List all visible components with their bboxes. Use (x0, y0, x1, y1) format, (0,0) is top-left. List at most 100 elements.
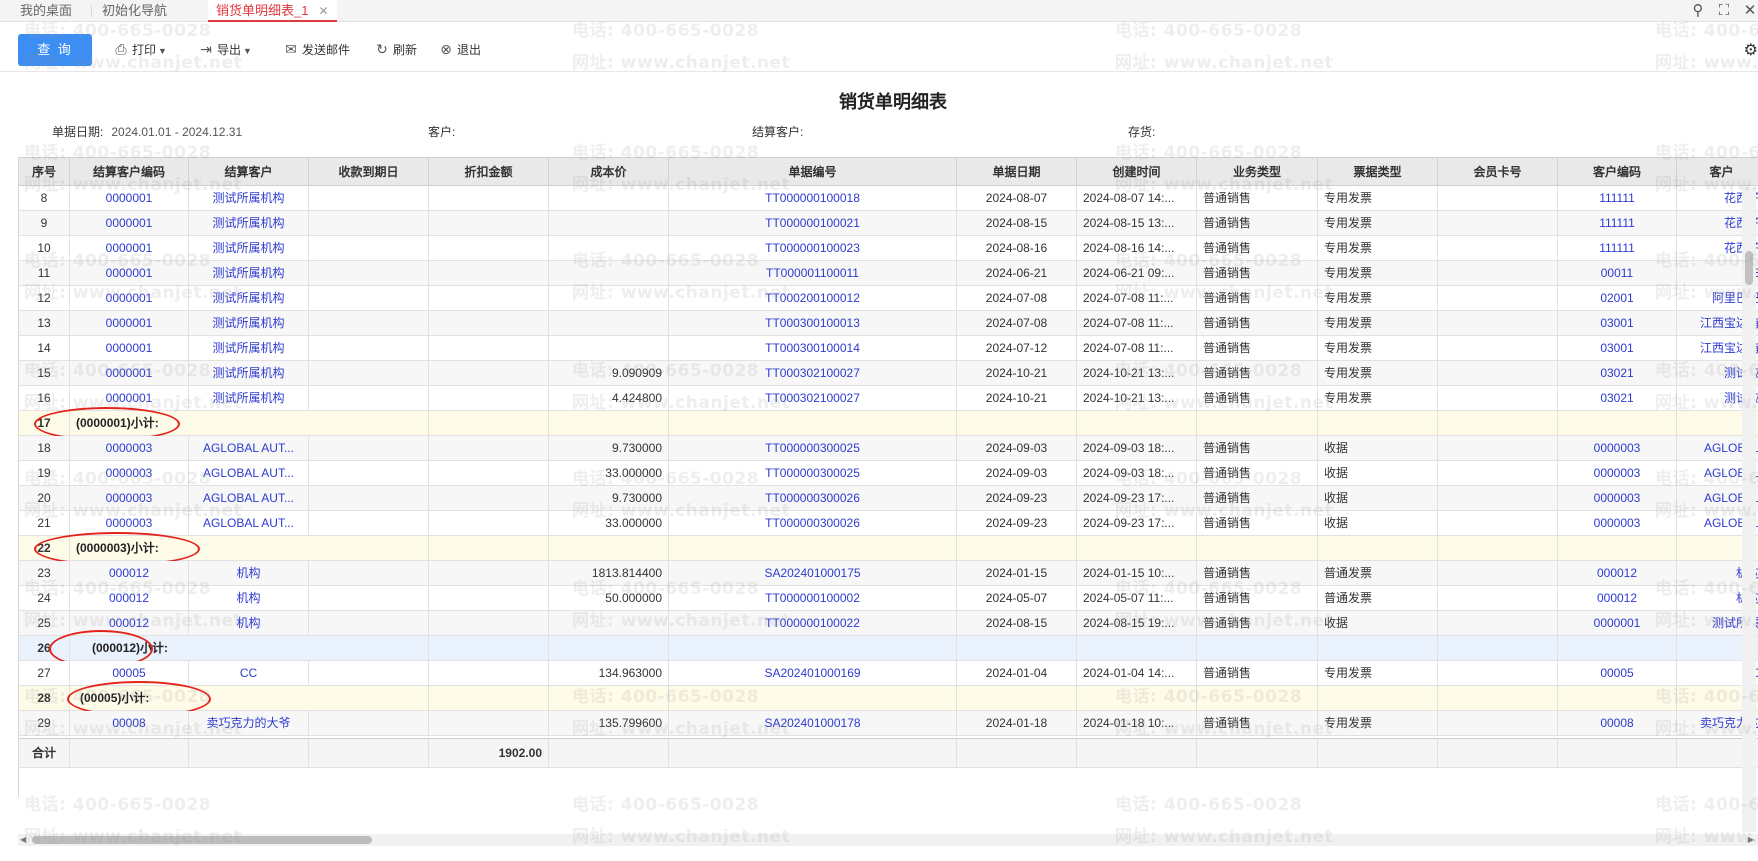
cell-doc-no[interactable]: TT000300100014 (669, 336, 957, 360)
horizontal-scrollbar[interactable]: ◀ ▶ (18, 834, 1758, 846)
table-row[interactable]: 9 0000001 测试所属机构 TT000000100021 2024-08-15 20… (19, 211, 1758, 236)
table-row[interactable]: 14 0000001 测试所属机构 TT000300100014 2024-07-12 2… (19, 336, 1758, 361)
cell-settle-name[interactable]: 测试所属机构 (189, 211, 309, 235)
cell-settle-name[interactable]: AGLOBAL AUT... (189, 436, 309, 460)
table-row[interactable]: 12 0000001 测试所属机构 TT000200100012 2024-07-08 2… (19, 286, 1758, 311)
cell-settle-name[interactable]: 机构 (189, 561, 309, 585)
table-row[interactable]: 19 0000003 AGLOBAL AUT... 33.000000 TT000000… (19, 461, 1758, 486)
cell-doc-no[interactable]: SA202401000169 (669, 661, 957, 685)
cell-settle-name[interactable]: 卖巧克力的大爷 (189, 711, 309, 735)
cell-settle-name[interactable]: 测试所属机构 (189, 386, 309, 410)
cell-customer-code[interactable]: 03001 (1558, 311, 1677, 335)
cell-customer-code[interactable]: 000012 (1558, 561, 1677, 585)
cell-settle-code[interactable]: 0000001 (70, 211, 189, 235)
column-header-cost[interactable]: 成本价 (549, 158, 669, 185)
cell-doc-no[interactable]: TT000000300025 (669, 461, 957, 485)
gear-icon[interactable]: ⚙ (1744, 40, 1758, 60)
cell-settle-name[interactable]: 测试所属机构 (189, 286, 309, 310)
query-button[interactable]: 查 询 (18, 34, 92, 66)
cell-customer-code[interactable]: 02001 (1558, 286, 1677, 310)
cell-settle-code[interactable]: 0000001 (70, 311, 189, 335)
cell-settle-code[interactable]: 0000001 (70, 386, 189, 410)
cell-settle-name[interactable]: 测试所属机构 (189, 261, 309, 285)
close-window-icon[interactable]: ✕ (1741, 2, 1758, 20)
cell-settle-code[interactable]: 0000001 (70, 261, 189, 285)
cell-customer-code[interactable]: 0000003 (1558, 461, 1677, 485)
print-button[interactable]: ⎙ 打印 ▼ (112, 38, 167, 60)
cell-settle-code[interactable]: 00008 (70, 711, 189, 735)
column-header-settle-code[interactable]: 结算客户编码 (70, 158, 189, 185)
cell-customer-code[interactable]: 00005 (1558, 661, 1677, 685)
column-header-member-card[interactable]: 会员卡号 (1438, 158, 1558, 185)
table-row[interactable]: 20 0000003 AGLOBAL AUT... 9.730000 TT0000003… (19, 486, 1758, 511)
column-header-discount[interactable]: 折扣金额 (429, 158, 549, 185)
cell-doc-no[interactable]: TT000300100013 (669, 311, 957, 335)
table-row[interactable]: 16 0000001 测试所属机构 4.424800 TT000302100027 202… (19, 386, 1758, 411)
cell-settle-name[interactable]: AGLOBAL AUT... (189, 486, 309, 510)
cell-settle-code[interactable]: 0000001 (70, 336, 189, 360)
cell-doc-no[interactable]: TT000000100018 (669, 186, 957, 210)
table-row[interactable]: 25 000012 机构 TT000000100022 2024-08-15 2024-0… (19, 611, 1758, 636)
vertical-scrollbar[interactable] (1742, 187, 1756, 832)
horizontal-scroll-thumb[interactable] (32, 836, 372, 844)
send-email-button[interactable]: ✉ 发送邮件 (282, 38, 350, 60)
cell-settle-name[interactable]: AGLOBAL AUT... (189, 511, 309, 535)
cell-doc-no[interactable]: TT000302100027 (669, 361, 957, 385)
column-header-seq[interactable]: 序号 (19, 158, 70, 185)
cell-customer-code[interactable]: 111111 (1558, 211, 1677, 235)
cell-doc-no[interactable]: TT000000100002 (669, 586, 957, 610)
cell-customer-code[interactable]: 000012 (1558, 586, 1677, 610)
column-header-biz-type[interactable]: 业务类型 (1197, 158, 1318, 185)
refresh-button[interactable]: ↻ 刷新 (373, 38, 417, 60)
cell-customer-code[interactable]: 00008 (1558, 711, 1677, 735)
cell-settle-code[interactable]: 0000001 (70, 236, 189, 260)
cell-doc-no[interactable]: TT000000100022 (669, 611, 957, 635)
cell-doc-no[interactable]: SA202401000175 (669, 561, 957, 585)
cell-settle-code[interactable]: 0000003 (70, 511, 189, 535)
cell-doc-no[interactable]: TT000200100012 (669, 286, 957, 310)
scroll-left-icon[interactable]: ◀ (20, 834, 26, 846)
cell-doc-no[interactable]: TT000001100011 (669, 261, 957, 285)
table-row[interactable]: 21 0000003 AGLOBAL AUT... 33.000000 TT000000… (19, 511, 1758, 536)
tab-sales-detail[interactable]: 销货单明细表_1 ✕ (208, 0, 337, 22)
column-header-doc-date[interactable]: 单据日期 (957, 158, 1077, 185)
cell-settle-name[interactable]: CC (189, 661, 309, 685)
column-header-customer-code[interactable]: 客户编码 (1558, 158, 1677, 185)
cell-doc-no[interactable]: TT000000100021 (669, 211, 957, 235)
exit-button[interactable]: ⊗ 退出 (437, 38, 481, 60)
cell-doc-no[interactable]: SA202401000178 (669, 711, 957, 735)
cell-settle-code[interactable]: 0000003 (70, 461, 189, 485)
cell-customer-code[interactable]: 03001 (1558, 336, 1677, 360)
table-row[interactable]: 10 0000001 测试所属机构 TT000000100023 2024-08-16 2… (19, 236, 1758, 261)
cell-settle-code[interactable]: 0000001 (70, 186, 189, 210)
cell-settle-code[interactable]: 0000003 (70, 486, 189, 510)
column-header-settle-name[interactable]: 结算客户 (189, 158, 309, 185)
close-icon[interactable]: ✕ (318, 4, 328, 18)
export-button[interactable]: ⇥ 导出 ▼ (197, 38, 252, 60)
scroll-right-icon[interactable]: ▶ (1748, 834, 1754, 846)
cell-doc-no[interactable]: TT000302100027 (669, 386, 957, 410)
search-icon[interactable]: ⚲ (1689, 2, 1707, 20)
table-row[interactable]: 23 000012 机构 1813.814400 SA202401000175 2024-… (19, 561, 1758, 586)
tab-init-nav[interactable]: 初始化导航 (94, 0, 175, 22)
table-row[interactable]: 15 0000001 测试所属机构 9.090909 TT000302100027 202… (19, 361, 1758, 386)
column-header-customer[interactable]: 客户 (1677, 158, 1758, 185)
cell-settle-code[interactable]: 0000003 (70, 436, 189, 460)
cell-settle-name[interactable]: 测试所属机构 (189, 311, 309, 335)
cell-doc-no[interactable]: TT000000100023 (669, 236, 957, 260)
column-header-doc-no[interactable]: 单据编号 (669, 158, 957, 185)
cell-settle-name[interactable]: 测试所属机构 (189, 186, 309, 210)
cell-settle-name[interactable]: 机构 (189, 586, 309, 610)
cell-customer-code[interactable]: 0000001 (1558, 611, 1677, 635)
cell-settle-code[interactable]: 000012 (70, 586, 189, 610)
cell-settle-code[interactable]: 000012 (70, 611, 189, 635)
column-header-bill-type[interactable]: 票据类型 (1318, 158, 1438, 185)
cell-customer-code[interactable]: 111111 (1558, 236, 1677, 260)
table-row[interactable]: 27 00005 CC 134.963000 SA202401000169 2024-01… (19, 661, 1758, 686)
cell-settle-name[interactable]: AGLOBAL AUT... (189, 461, 309, 485)
cell-settle-code[interactable]: 00005 (70, 661, 189, 685)
cell-settle-code[interactable]: 0000001 (70, 361, 189, 385)
column-header-due-date[interactable]: 收款到期日 (309, 158, 429, 185)
cell-customer-code[interactable]: 0000003 (1558, 436, 1677, 460)
table-row[interactable]: 13 0000001 测试所属机构 TT000300100013 2024-07-08 2… (19, 311, 1758, 336)
